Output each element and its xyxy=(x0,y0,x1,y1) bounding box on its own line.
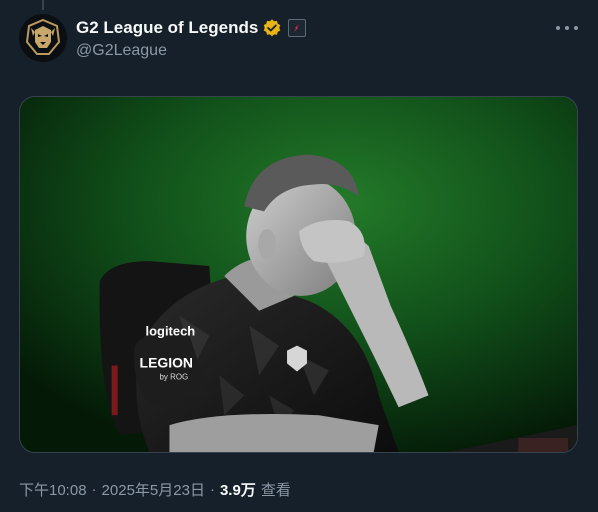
meta-separator: · xyxy=(209,480,215,498)
g2-logo-icon xyxy=(19,14,67,62)
views-label[interactable]: 查看 xyxy=(261,479,291,500)
tweet-timestamp-date[interactable]: 2025年5月23日 xyxy=(102,479,205,500)
display-name[interactable]: G2 League of Legends xyxy=(76,18,258,38)
thread-connector-line xyxy=(42,0,44,10)
jersey-sponsor-logo-3: by ROG xyxy=(159,372,188,381)
tweet-metadata: 下午10:08 · 2025年5月23日 · 3.9万 查看 xyxy=(19,479,291,499)
views-count[interactable]: 3.9万 xyxy=(220,479,256,500)
tweet-timestamp-time[interactable]: 下午10:08 xyxy=(19,479,87,500)
tweet-media-photo[interactable]: logitech LEGION by ROG xyxy=(19,96,578,453)
author-handle[interactable]: @G2League xyxy=(76,42,167,60)
avatar[interactable] xyxy=(19,14,67,62)
jersey-sponsor-logo-1: logitech xyxy=(146,324,196,339)
gold-verified-check-icon[interactable] xyxy=(262,18,282,38)
jersey-sponsor-logo-2: LEGION xyxy=(140,354,193,370)
more-options-button[interactable] xyxy=(556,18,578,38)
affiliate-badge-icon[interactable] xyxy=(288,19,307,37)
author-name-row: G2 League of Legends xyxy=(76,17,307,39)
meta-separator: · xyxy=(91,480,97,498)
more-horizontal-icon xyxy=(556,26,560,30)
